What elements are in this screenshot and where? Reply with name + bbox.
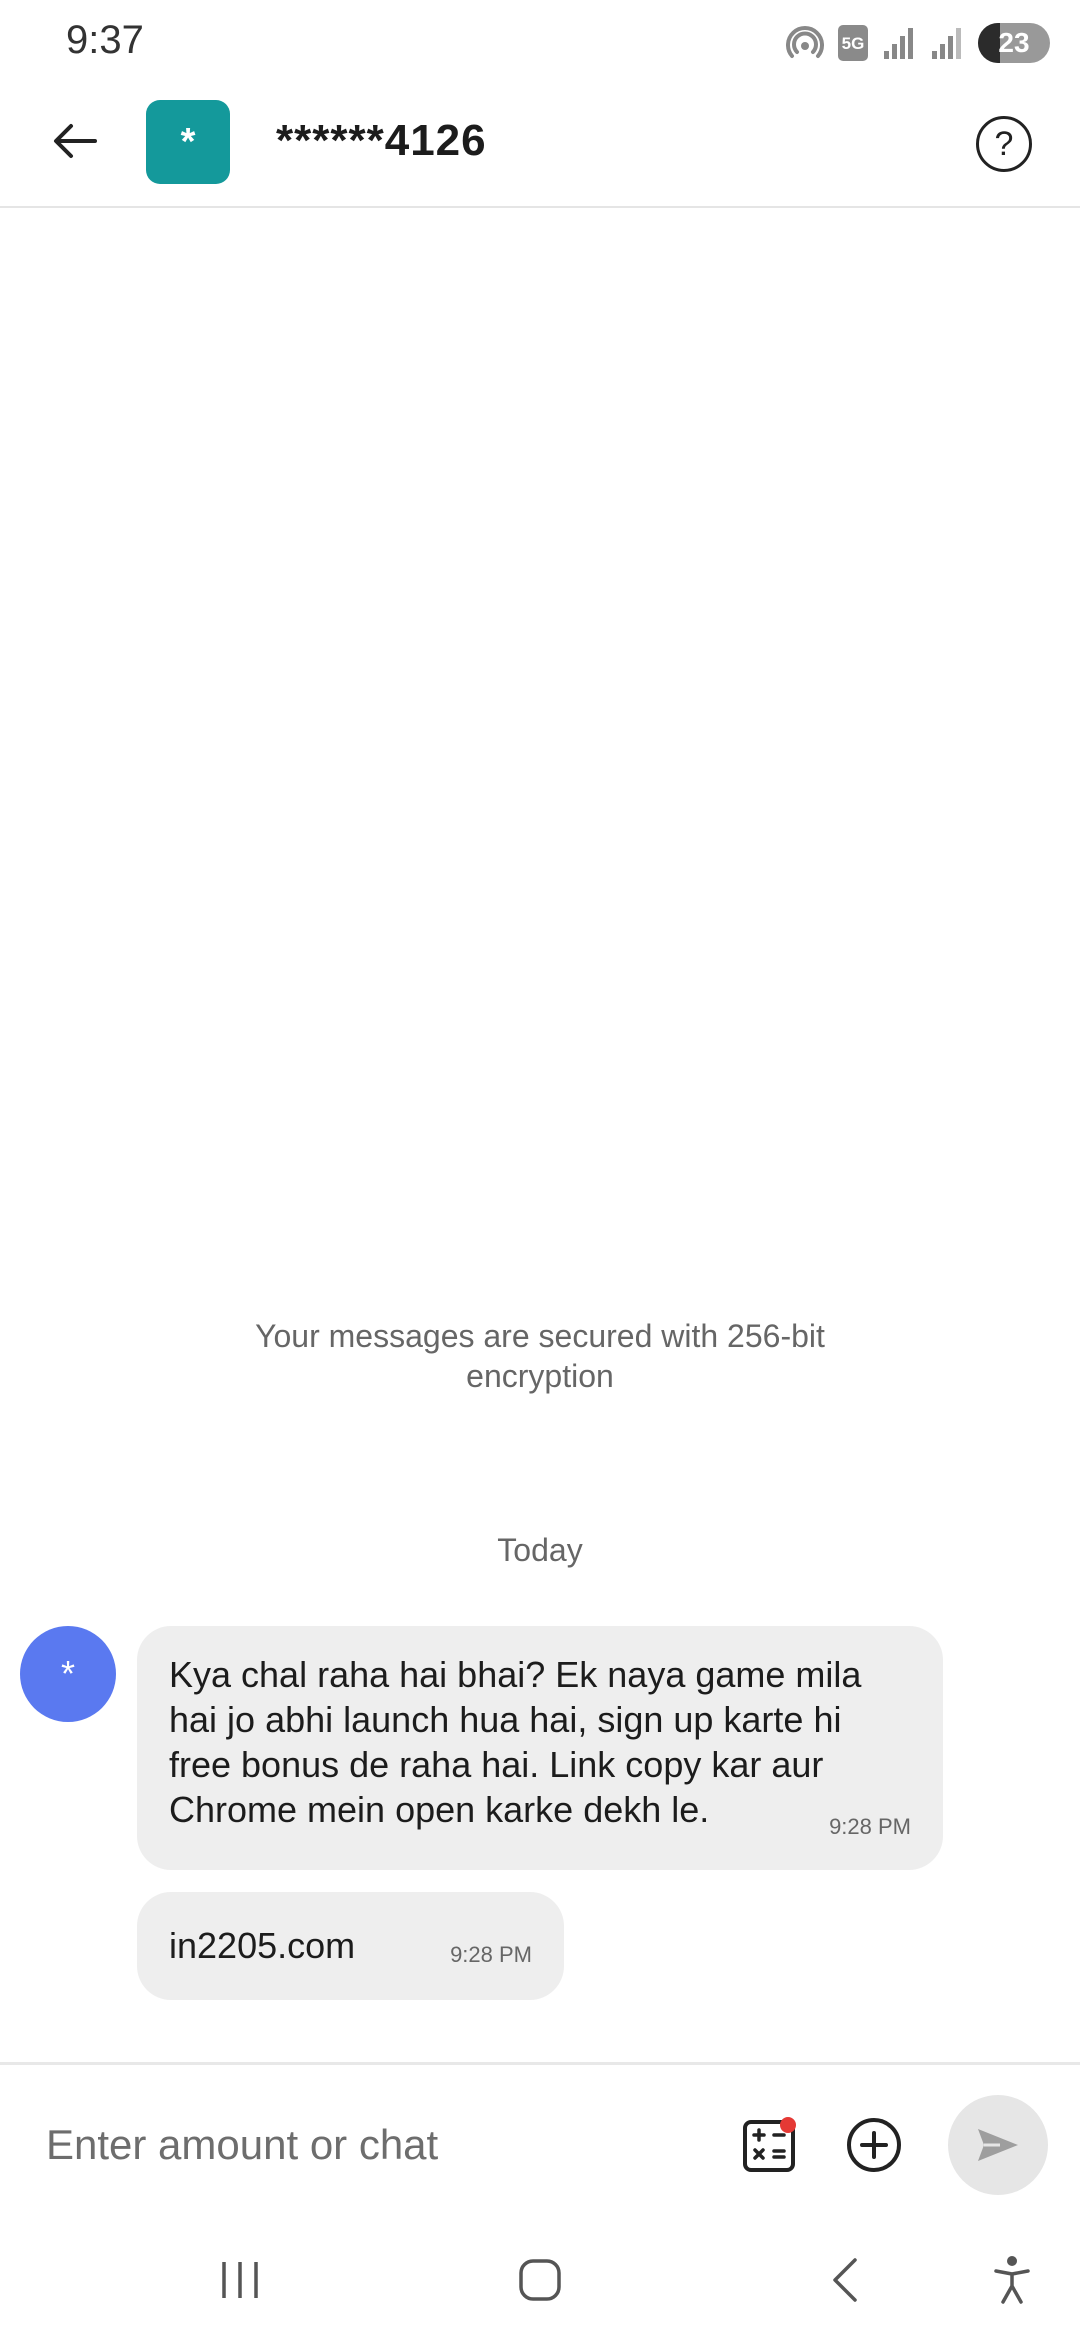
battery-indicator: 23	[978, 23, 1050, 63]
question-icon: ?	[994, 124, 1014, 163]
send-icon	[978, 2129, 1018, 2161]
accessibility-icon	[994, 2256, 1030, 2304]
message-text: in2205.com	[169, 1925, 356, 1966]
home-button[interactable]	[500, 2245, 580, 2315]
notification-dot	[780, 2117, 796, 2133]
message-time: 9:28 PM	[450, 1942, 532, 1967]
network-5g-icon: 5G	[838, 25, 868, 61]
status-icons: 5G 23	[786, 18, 1050, 68]
date-separator: Today	[497, 1532, 583, 1568]
calculator-icon	[743, 2117, 796, 2172]
status-time: 9:37	[66, 18, 144, 62]
accessibility-button[interactable]	[972, 2245, 1052, 2315]
home-icon	[519, 2259, 561, 2301]
message-text: Kya chal raha hai bhai? Ek naya game mil…	[169, 1654, 862, 1830]
contact-avatar[interactable]: *	[146, 100, 230, 184]
system-back-button[interactable]	[804, 2245, 884, 2315]
arrow-left-icon	[54, 124, 97, 158]
add-button[interactable]	[846, 2117, 902, 2173]
chat-input[interactable]	[46, 2115, 686, 2175]
battery-level: 23	[998, 27, 1030, 58]
signal-icon-secondary	[932, 28, 961, 59]
recent-apps-button[interactable]	[200, 2245, 280, 2315]
message-bubble[interactable]: Kya chal raha hai bhai? Ek naya game mil…	[137, 1626, 943, 1870]
hotspot-icon	[786, 26, 824, 58]
send-button[interactable]	[948, 2095, 1048, 2195]
calculator-button[interactable]	[742, 2117, 798, 2173]
recent-apps-icon	[222, 2262, 258, 2298]
chat-header: * ******4126 ?	[0, 80, 1080, 208]
chevron-left-icon	[833, 2258, 857, 2302]
sender-avatar[interactable]: *	[20, 1626, 116, 1722]
plus-circle-icon	[847, 2118, 901, 2172]
help-button[interactable]: ?	[976, 116, 1032, 172]
signal-icon	[884, 28, 913, 59]
message-time: 9:28 PM	[829, 1814, 911, 1839]
message-bubble-link[interactable]: in2205.com 9:28 PM	[137, 1892, 564, 2000]
composer-bar	[0, 2062, 1080, 2225]
contact-name[interactable]: ******4126	[276, 116, 487, 166]
back-button[interactable]	[40, 106, 110, 176]
encryption-note: Your messages are secured with 256-bit e…	[255, 1318, 825, 1394]
